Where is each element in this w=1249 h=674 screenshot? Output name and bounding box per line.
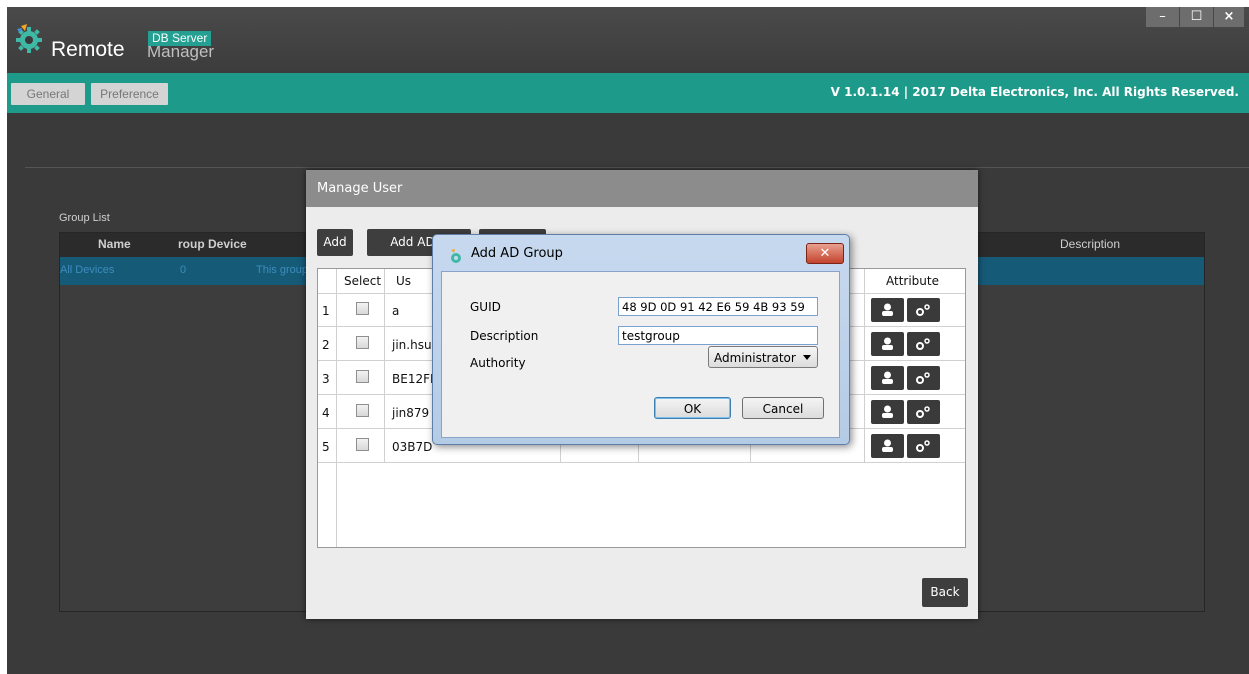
chevron-down-icon — [803, 355, 811, 360]
add-user-button[interactable]: Add — [317, 229, 353, 256]
menu-bar: General Preference V 1.0.1.14 | 2017 Del… — [7, 73, 1249, 113]
description-label: Description — [470, 329, 539, 343]
select-checkbox[interactable] — [356, 336, 369, 349]
key-attribute-button[interactable] — [907, 434, 940, 458]
gear-logo-icon — [16, 24, 42, 53]
key-attribute-button[interactable] — [907, 298, 940, 322]
manage-user-title-bar: Manage User — [306, 170, 978, 207]
preference-button[interactable]: Preference — [91, 83, 168, 105]
ok-button[interactable]: OK — [654, 397, 731, 419]
brand-remote: Remote — [51, 38, 125, 61]
group-header-description: Description — [1060, 237, 1121, 251]
authority-value: Administrator — [714, 351, 796, 365]
row-number: 1 — [322, 304, 330, 318]
back-button[interactable]: Back — [922, 578, 968, 607]
select-checkbox[interactable] — [356, 370, 369, 383]
user-icon — [882, 439, 893, 452]
key-icon — [916, 440, 930, 452]
version-copyright: V 1.0.1.14 | 2017 Delta Electronics, Inc… — [830, 85, 1239, 99]
select-checkbox[interactable] — [356, 302, 369, 315]
user-icon — [882, 303, 893, 316]
authority-select[interactable]: Administrator — [708, 346, 818, 368]
key-attribute-button[interactable] — [907, 366, 940, 390]
db-server-badge: DB Server — [148, 31, 212, 46]
col-divider — [336, 269, 337, 547]
cancel-button[interactable]: Cancel — [742, 397, 824, 419]
title-bar: Remote Manager DB Server – ☐ × — [7, 7, 1249, 73]
user-attribute-button[interactable] — [871, 366, 904, 390]
header-select: Select — [344, 274, 382, 288]
key-icon — [916, 372, 930, 384]
user-attribute-button[interactable] — [871, 298, 904, 322]
maximize-button[interactable]: ☐ — [1180, 7, 1213, 27]
divider — [25, 167, 1249, 168]
key-attribute-button[interactable] — [907, 400, 940, 424]
user-name: 03B7D — [392, 440, 433, 454]
user-attribute-button[interactable] — [871, 434, 904, 458]
row-divider — [318, 462, 965, 463]
group-cell-name: All Devices — [60, 264, 115, 276]
description-input[interactable]: testgroup — [618, 326, 818, 345]
user-name: BE12FI — [392, 372, 434, 386]
row-number: 4 — [322, 406, 330, 420]
user-icon — [882, 405, 893, 418]
general-button[interactable]: General — [11, 83, 85, 105]
minimize-button[interactable]: – — [1146, 7, 1179, 27]
user-name: a — [392, 304, 400, 318]
group-header-device: roup Device — [178, 237, 247, 251]
select-checkbox[interactable] — [356, 404, 369, 417]
guid-input[interactable]: 48 9D 0D 91 42 E6 59 4B 93 59 — [618, 297, 818, 316]
user-icon — [882, 337, 893, 350]
gear-app-icon — [451, 249, 461, 263]
header-user: Us — [396, 274, 412, 288]
manage-user-title: Manage User — [317, 181, 403, 196]
header-attribute: Attribute — [886, 274, 939, 288]
user-attribute-button[interactable] — [871, 400, 904, 424]
guid-label: GUID — [470, 300, 501, 314]
group-cell-device-count: 0 — [180, 264, 187, 276]
add-ad-group-body: GUID 48 9D 0D 91 42 E6 59 4B 93 59 Descr… — [441, 271, 840, 438]
key-icon — [916, 406, 930, 418]
key-attribute-button[interactable] — [907, 332, 940, 356]
select-checkbox[interactable] — [356, 438, 369, 451]
close-icon[interactable]: ✕ — [806, 243, 844, 264]
row-number: 3 — [322, 372, 330, 386]
authority-label: Authority — [470, 356, 526, 370]
group-header-name: Name — [98, 237, 131, 251]
remote-manager-window: Remote Manager DB Server – ☐ × General P… — [7, 7, 1249, 674]
add-ad-group-title: Add AD Group — [471, 246, 563, 261]
col-divider — [864, 269, 865, 462]
user-name: jin879 — [392, 406, 430, 420]
key-icon — [916, 304, 930, 316]
add-ad-group-dialog: Add AD Group ✕ GUID 48 9D 0D 91 42 E6 59… — [432, 234, 850, 445]
col-divider — [384, 269, 385, 462]
key-icon — [916, 338, 930, 350]
group-list-label: Group List — [59, 212, 110, 224]
close-window-button[interactable]: × — [1214, 7, 1244, 27]
row-number: 5 — [322, 440, 330, 454]
row-number: 2 — [322, 338, 330, 352]
user-name: jin.hsu — [392, 338, 432, 352]
user-icon — [882, 371, 893, 384]
user-attribute-button[interactable] — [871, 332, 904, 356]
group-cell-description: This group — [256, 264, 308, 276]
